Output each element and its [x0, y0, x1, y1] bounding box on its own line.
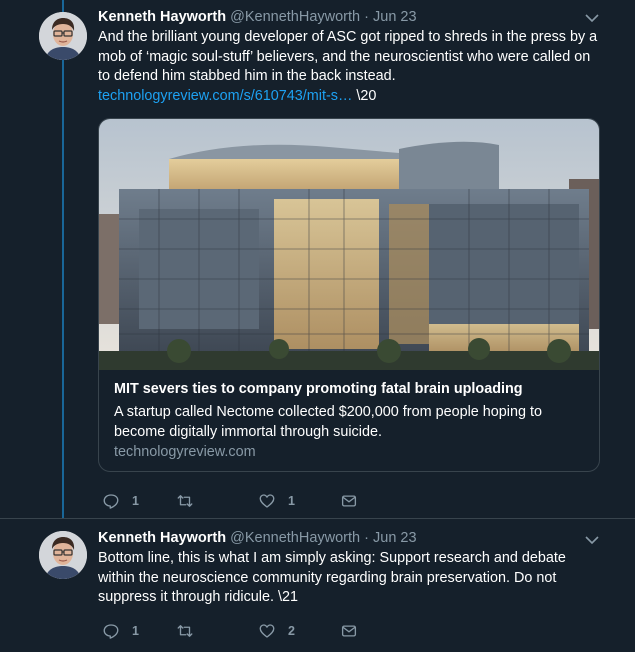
- author-handle[interactable]: @KennethHayworth: [230, 530, 360, 546]
- retweet-button[interactable]: [176, 621, 194, 641]
- tweet-text: And the brilliant young developer of ASC…: [98, 28, 603, 106]
- heart-icon: [259, 624, 275, 638]
- avatar-image: [39, 531, 87, 579]
- tweet[interactable]: Kenneth Hayworth @KennethHayworth · Jun …: [0, 0, 635, 518]
- tweet-date[interactable]: Jun 23: [373, 530, 417, 546]
- card-title: MIT severs ties to company promoting fat…: [114, 381, 523, 397]
- envelope-icon: [341, 495, 357, 507]
- separator-dot: ·: [364, 530, 369, 546]
- like-button[interactable]: 2: [258, 621, 295, 641]
- tweet-actions: 1 2: [98, 621, 398, 641]
- tweet-date[interactable]: Jun 23: [373, 9, 417, 25]
- reply-icon: [103, 494, 119, 509]
- author-handle[interactable]: @KennethHayworth: [230, 9, 360, 25]
- avatar[interactable]: [39, 12, 87, 60]
- reply-icon: [103, 624, 119, 639]
- thread-number: \20: [352, 87, 377, 104]
- card-domain: technologyreview.com: [114, 444, 256, 460]
- author-name[interactable]: Kenneth Hayworth: [98, 530, 226, 546]
- reply-count: 1: [132, 624, 139, 638]
- reply-count: 1: [132, 494, 139, 508]
- link-card[interactable]: MIT severs ties to company promoting fat…: [98, 118, 600, 472]
- chevron-down-icon[interactable]: [585, 535, 599, 545]
- author-name[interactable]: Kenneth Hayworth: [98, 9, 226, 25]
- tweet-header: Kenneth Hayworth @KennethHayworth · Jun …: [98, 8, 599, 26]
- tweet[interactable]: Kenneth Hayworth @KennethHayworth · Jun …: [0, 518, 635, 652]
- reply-button[interactable]: 1: [102, 621, 139, 641]
- card-description: A startup called Nectome collected $200,…: [114, 404, 542, 440]
- heart-icon: [259, 494, 275, 508]
- separator-dot: ·: [364, 9, 369, 25]
- direct-message-button[interactable]: [340, 621, 358, 641]
- tweet-body: And the brilliant young developer of ASC…: [98, 29, 598, 85]
- like-count: 2: [288, 624, 295, 638]
- reply-button[interactable]: 1: [102, 491, 139, 511]
- card-image[interactable]: [99, 119, 599, 370]
- avatar[interactable]: [39, 531, 87, 579]
- like-button[interactable]: 1: [258, 491, 295, 511]
- retweet-button[interactable]: [176, 491, 194, 511]
- tweet-text: Bottom line, this is what I am simply as…: [98, 550, 566, 606]
- direct-message-button[interactable]: [340, 491, 358, 511]
- retweet-icon: [177, 625, 193, 637]
- chevron-down-icon[interactable]: [585, 13, 599, 23]
- like-count: 1: [288, 494, 295, 508]
- tweet-actions: 1 1: [98, 491, 398, 511]
- tweet-link[interactable]: technologyreview.com/s/610743/mit-s…: [98, 88, 352, 104]
- envelope-icon: [341, 625, 357, 637]
- tweet-header: Kenneth Hayworth @KennethHayworth · Jun …: [98, 529, 599, 547]
- avatar-image: [39, 12, 87, 60]
- retweet-icon: [177, 495, 193, 507]
